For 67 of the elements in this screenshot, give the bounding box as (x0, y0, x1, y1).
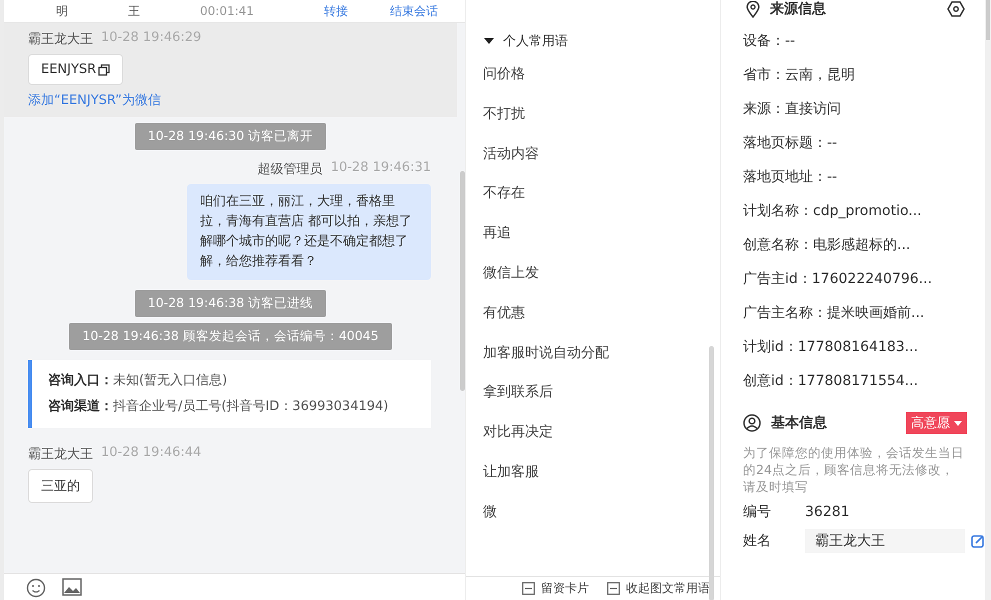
table-cell: 明 (56, 2, 68, 20)
source-info-row-text: 落地页标题：-- (742, 134, 838, 153)
copy-icon[interactable] (98, 64, 110, 76)
scrollbar[interactable] (709, 346, 714, 600)
system-notice: 10-28 19:46:30 访客已离开 (134, 123, 326, 150)
toolbar-button[interactable]: 留资卡片 (520, 579, 591, 598)
sender-name: 霸王龙大王 (28, 446, 93, 463)
phrase-group-header[interactable]: 个人常用语 (466, 32, 720, 50)
source-info-row-text: 计划id：177808164183... (742, 338, 920, 357)
source-info-row-text: 广告主id：176022240796... (742, 270, 934, 289)
emoji-icon[interactable] (26, 578, 46, 598)
message-time: 10-28 19:46:31 (330, 160, 431, 177)
intent-tag-dropdown[interactable]: 高意愿 (906, 412, 967, 434)
message-time: 10-28 19:46:29 (101, 30, 202, 47)
field-label: 姓名 (743, 532, 772, 550)
sender-name: 霸王龙大王 (28, 31, 93, 48)
source-info-row-text: 计划名称：cdp_promotio... (742, 202, 923, 221)
field-label: 编号 (743, 503, 772, 521)
message-text: 三亚的 (41, 478, 80, 495)
phrase-item[interactable]: 不存在 (466, 174, 720, 214)
phrase-item[interactable]: 对比再决定 (466, 413, 720, 453)
info-line: 咨询渠道：抖音企业号/员工号(抖音号ID：36993034194) (48, 398, 390, 416)
phrase-item[interactable]: 拿到联系后 (466, 373, 720, 414)
phrase-item[interactable]: 让加客服 (466, 452, 720, 493)
name-input[interactable]: 霸王龙大王 (805, 529, 965, 553)
phrase-item[interactable]: 活动内容 (466, 134, 720, 174)
source-info-row-text: 创意id：177808171554... (742, 372, 920, 391)
source-info-row-text: 设备：-- (742, 32, 796, 51)
caret-icon[interactable] (484, 37, 494, 45)
sender-name: 超级管理员 (258, 161, 323, 178)
phrase-item[interactable]: 有优惠 (466, 294, 720, 334)
field-value: 36281 (805, 504, 850, 520)
location-pin-icon (746, 0, 760, 18)
phrase-item[interactable]: 加客服时说自动分配 (466, 334, 720, 374)
image-icon[interactable] (62, 578, 82, 596)
scrollbar[interactable] (460, 171, 465, 391)
message-time: 10-28 19:46:44 (101, 445, 202, 462)
toolbar-button[interactable]: 收起图文常用语 (605, 579, 712, 598)
scrollbar[interactable] (986, 0, 990, 40)
phrase-item[interactable]: 微 (466, 492, 720, 533)
action-link[interactable]: 转接 (324, 2, 348, 20)
notice-text: 为了保障您的使用体验，会话发生当日的24点之后，顾客信息将无法修改，请及时填写 (742, 444, 965, 495)
system-notice: 10-28 19:46:38 顾客发起会话，会话编号：40045 (69, 323, 392, 350)
section-title: 基本信息 (771, 414, 827, 432)
system-notice: 10-28 19:46:38 访客已进线 (134, 290, 326, 317)
phrase-item[interactable]: 微信上发 (466, 254, 720, 294)
edit-icon[interactable] (971, 534, 985, 548)
section-title: 来源信息 (770, 0, 826, 18)
phrase-item[interactable]: 不打扰 (466, 94, 720, 135)
message-text: EENJYSR (41, 62, 96, 77)
action-link[interactable]: 结束会话 (390, 2, 438, 20)
info-line: 咨询入口：未知(暂无入口信息) (48, 372, 228, 390)
source-info-row-text: 省市：云南，昆明 (742, 66, 856, 85)
source-info-row-text: 来源：直接访问 (742, 100, 842, 119)
source-info-row-text: 创意名称：电影感超标的... (742, 236, 912, 255)
table-cell: 00:01:41 (200, 4, 254, 18)
settings-icon[interactable] (947, 1, 965, 17)
table-cell: 王 (128, 2, 140, 20)
message-bubble: 咱们在三亚，丽江，大理，香格里拉，青海有直营店 都可以拍，亲想了解哪个城市的呢？还是不确定都想了解，给您推荐看看？ (187, 184, 431, 280)
card-icon[interactable] (522, 582, 535, 595)
phrase-item[interactable]: 问价格 (466, 55, 720, 95)
card-icon[interactable] (607, 582, 620, 595)
source-info-row-text: 落地页地址：-- (742, 168, 838, 187)
group-title: 个人常用语 (503, 33, 568, 50)
source-info-row-text: 广告主名称：提米映画婚前... (742, 304, 926, 323)
phrase-item[interactable]: 再追 (466, 214, 720, 254)
user-icon (743, 414, 761, 432)
